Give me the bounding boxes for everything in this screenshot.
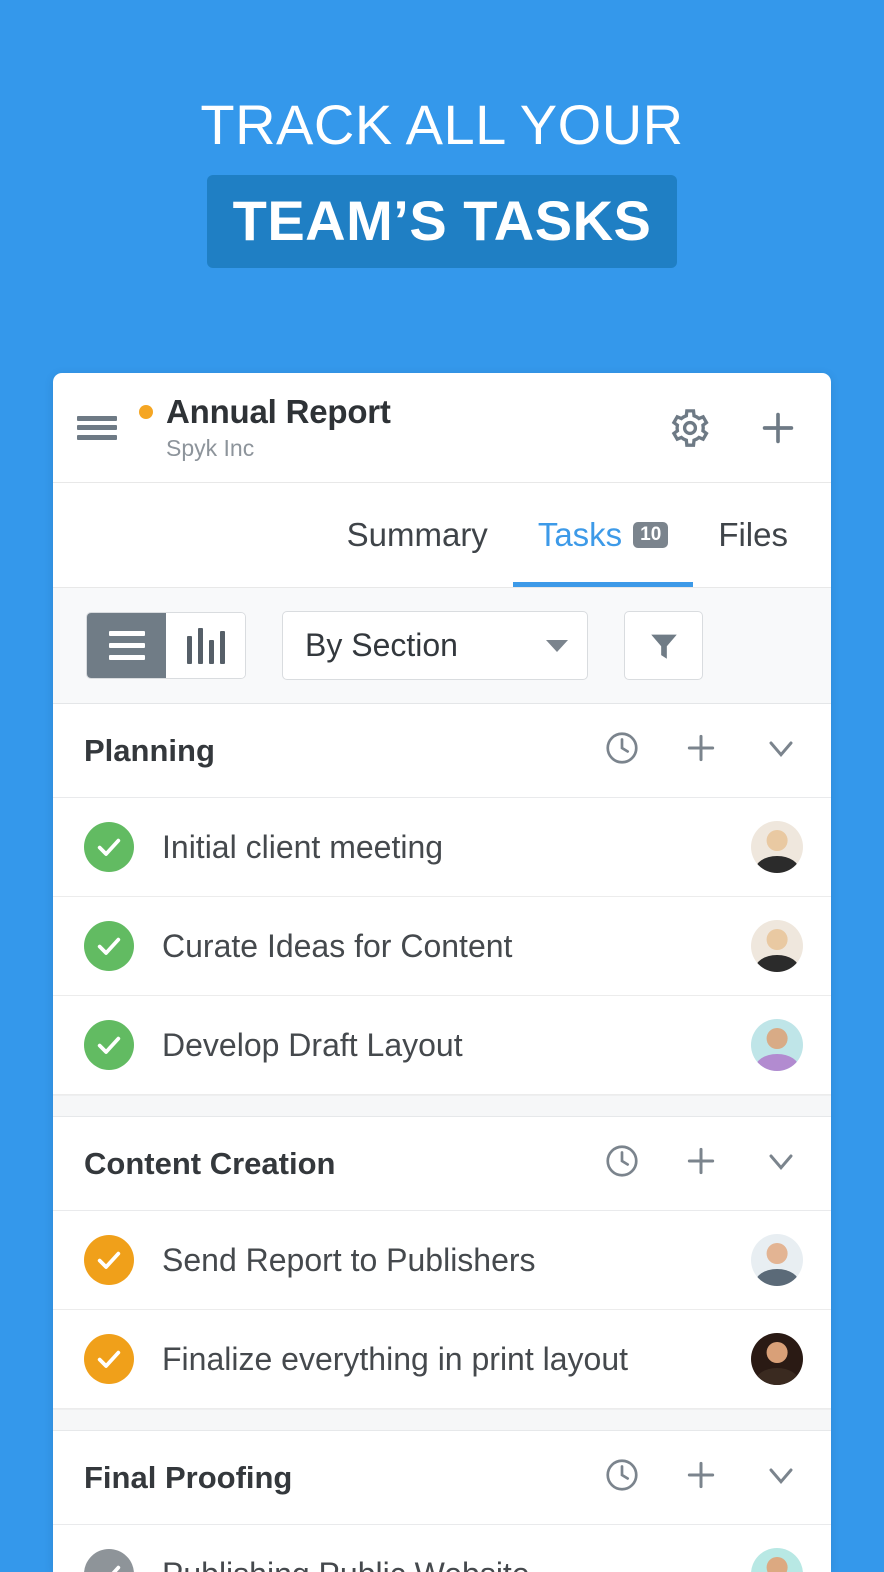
table-row[interactable]: Send Report to Publishers (53, 1211, 831, 1310)
page-title: Annual Report (166, 393, 391, 430)
project-subtitle: Spyk Inc (166, 435, 255, 461)
section-add-icon[interactable] (681, 1455, 721, 1500)
view-mode-switch (86, 612, 246, 679)
tab-tasks-badge: 10 (633, 522, 669, 548)
tab-files[interactable]: Files (693, 483, 813, 587)
task-title: Develop Draft Layout (162, 1026, 463, 1063)
task-status-checkbox[interactable] (84, 1549, 134, 1572)
avatar[interactable] (751, 1234, 803, 1286)
clock-icon[interactable] (603, 1456, 641, 1499)
avatar[interactable] (751, 920, 803, 972)
avatar[interactable] (751, 1333, 803, 1385)
task-status-checkbox[interactable] (84, 1334, 134, 1384)
table-row[interactable]: Curate Ideas for Content (53, 897, 831, 996)
group-by-select[interactable]: By Section (282, 611, 588, 680)
header-actions (669, 405, 801, 451)
section-title: Content Creation (84, 1145, 336, 1181)
tab-tasks-label: Tasks (537, 516, 623, 553)
avatar[interactable] (751, 1548, 803, 1572)
task-status-checkbox[interactable] (84, 921, 134, 971)
clock-icon[interactable] (603, 729, 641, 772)
funnel-icon (650, 634, 677, 659)
task-title: Send Report to Publishers (162, 1241, 536, 1278)
tab-bar: Summary Tasks 10 Files (53, 483, 831, 588)
section-header-final-proofing[interactable]: Final Proofing (53, 1431, 831, 1525)
table-row[interactable]: Publishing Public Website (53, 1525, 831, 1572)
filter-button[interactable] (624, 611, 703, 680)
table-row[interactable]: Finalize everything in print layout (53, 1310, 831, 1409)
section-divider (53, 1095, 831, 1117)
project-status-dot (139, 405, 153, 419)
tab-tasks[interactable]: Tasks 10 (512, 483, 694, 587)
task-status-checkbox[interactable] (84, 1235, 134, 1285)
group-by-value: By Section (305, 627, 458, 663)
header-title-block: Annual Report Spyk Inc (139, 393, 669, 462)
section-add-icon[interactable] (681, 1141, 721, 1186)
gear-icon[interactable] (669, 407, 711, 449)
promo-banner: TRACK ALL YOUR TEAM’S TASKS (0, 0, 884, 269)
promo-headline-line2: TEAM’S TASKS (206, 175, 678, 269)
tasks-toolbar: By Section (53, 588, 831, 704)
task-status-checkbox[interactable] (84, 822, 134, 872)
board-view-icon[interactable] (166, 613, 245, 678)
tab-summary[interactable]: Summary (322, 483, 513, 587)
section-title: Final Proofing (84, 1459, 293, 1495)
task-title: Publishing Public Website (162, 1556, 751, 1572)
list-view-icon[interactable] (87, 613, 166, 678)
chevron-down-icon[interactable] (761, 1455, 801, 1500)
chevron-down-icon[interactable] (761, 1141, 801, 1186)
section-header-content-creation[interactable]: Content Creation (53, 1117, 831, 1211)
tab-files-label: Files (718, 516, 788, 553)
chevron-down-icon[interactable] (761, 728, 801, 773)
tab-summary-label: Summary (346, 516, 488, 553)
hamburger-icon[interactable] (77, 412, 117, 444)
app-screenshot-card: Annual Report Spyk Inc Summary Tasks 10 … (53, 373, 831, 1572)
section-add-icon[interactable] (681, 728, 721, 773)
app-header: Annual Report Spyk Inc (53, 373, 831, 483)
avatar[interactable] (751, 821, 803, 873)
clock-icon[interactable] (603, 1142, 641, 1185)
task-title: Curate Ideas for Content (162, 927, 513, 964)
task-status-checkbox[interactable] (84, 1020, 134, 1070)
table-row[interactable]: Initial client meeting (53, 798, 831, 897)
section-divider (53, 1409, 831, 1431)
task-title: Finalize everything in print layout (162, 1340, 629, 1377)
task-title: Initial client meeting (162, 828, 444, 865)
add-button[interactable] (755, 405, 801, 451)
promo-headline-line1: TRACK ALL YOUR (200, 93, 684, 156)
avatar[interactable] (751, 1019, 803, 1071)
section-title: Planning (84, 732, 215, 768)
table-row[interactable]: Develop Draft Layout (53, 996, 831, 1095)
chevron-down-icon (546, 639, 568, 652)
section-header-planning[interactable]: Planning (53, 704, 831, 798)
